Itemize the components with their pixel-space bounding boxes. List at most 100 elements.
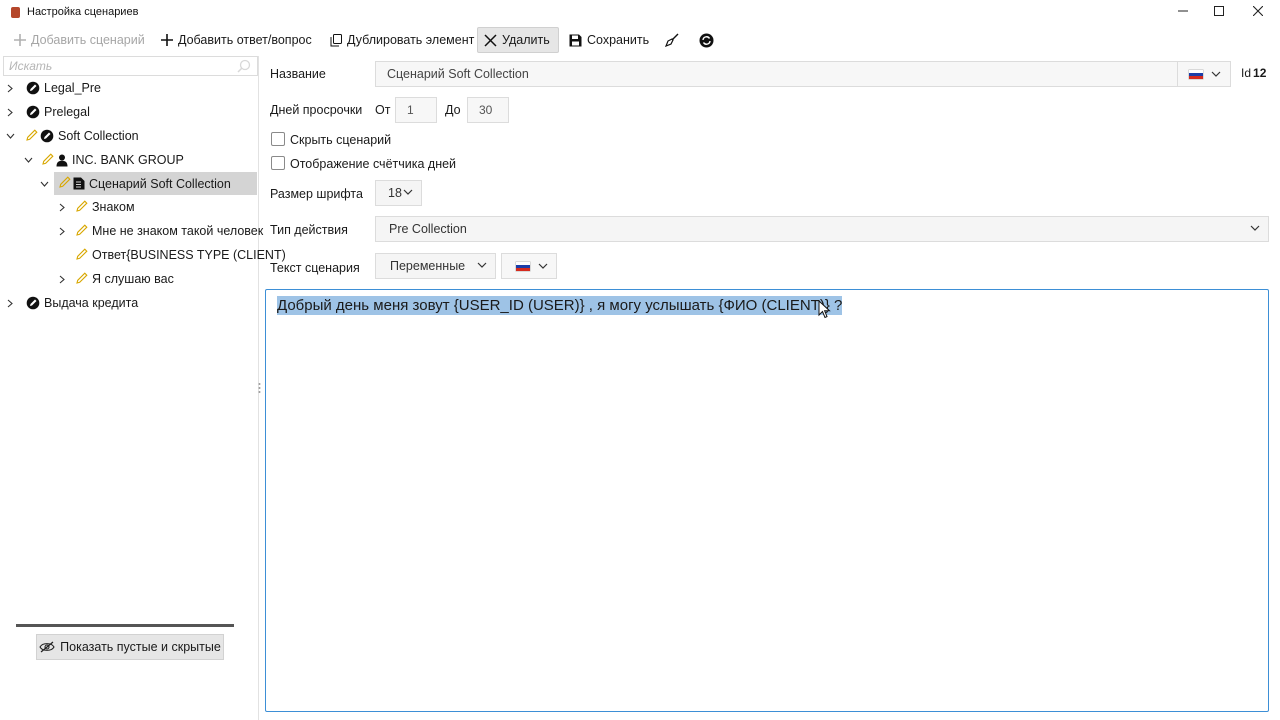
save-button[interactable]: Сохранить	[563, 27, 655, 53]
chevron-right-icon[interactable]	[4, 77, 16, 99]
duplicate-label: Дублировать элемент	[347, 33, 475, 47]
show-empty-hidden-button[interactable]: Показать пустые и скрытые	[36, 634, 224, 660]
from-label: От	[375, 103, 391, 117]
search-input[interactable]	[9, 57, 234, 75]
action-type-label: Тип действия	[270, 223, 348, 237]
variables-value: Переменные	[390, 259, 466, 273]
refresh-icon	[699, 33, 714, 47]
id-value: 12	[1253, 66, 1267, 80]
name-label: Название	[270, 67, 326, 81]
tree-caret-scenario[interactable]	[38, 173, 50, 195]
day-counter-label: Отображение счётчика дней	[290, 157, 457, 171]
action-type-select[interactable]: Pre Collection	[375, 216, 1269, 242]
russian-flag-icon	[516, 261, 530, 271]
toolbar: Добавить сценарий Добавить ответ/вопрос …	[0, 26, 1280, 54]
chevron-down-icon	[1211, 71, 1221, 77]
splitter-handle[interactable]	[258, 382, 261, 394]
chevron-down-icon[interactable]	[38, 173, 50, 195]
pencil-icon	[76, 199, 88, 215]
from-input[interactable]: 1	[395, 97, 437, 123]
maximize-icon	[1214, 6, 1224, 16]
pencil-icon	[76, 223, 88, 239]
mouse-cursor-icon	[818, 300, 831, 319]
add-scenario-label: Добавить сценарий	[31, 33, 145, 47]
font-size-value: 18	[388, 186, 402, 200]
close-button[interactable]	[1238, 0, 1278, 22]
window-title: Настройка сценариев	[27, 6, 139, 18]
script-language-select[interactable]	[501, 253, 557, 279]
font-size-label: Размер шрифта	[270, 187, 363, 201]
script-text-editor[interactable]: Добрый день меня зовут {USER_ID (USER)} …	[265, 289, 1269, 712]
user-icon	[56, 154, 68, 167]
chevron-down-icon[interactable]	[4, 125, 16, 147]
save-icon	[569, 34, 582, 46]
edit-circle-icon	[26, 296, 40, 310]
script-text-selection: Добрый день меня зовут {USER_ID (USER)} …	[277, 296, 843, 315]
chevron-right-icon[interactable]	[4, 292, 16, 314]
chevron-right-icon[interactable]	[4, 101, 16, 123]
document-icon	[73, 177, 85, 190]
tree-item-label: INC. BANK GROUP	[72, 153, 184, 167]
chevron-down-icon[interactable]	[22, 149, 34, 171]
chevron-right-icon[interactable]	[56, 196, 68, 218]
tree-item-label: Мне не знаком такой человек	[92, 224, 264, 238]
pencil-icon	[59, 176, 71, 191]
duplicate-button[interactable]: Дублировать элемент	[324, 27, 480, 53]
hide-scenario-checkbox[interactable]	[271, 132, 285, 146]
chevron-right-icon[interactable]	[56, 268, 68, 290]
tree-item-prelegal[interactable]: Prelegal	[4, 101, 90, 123]
overdue-label: Дней просрочки	[270, 103, 363, 117]
edit-circle-icon	[26, 81, 40, 95]
add-answer-label: Добавить ответ/вопрос	[178, 33, 312, 47]
hide-scenario-label: Скрыть сценарий	[290, 133, 392, 147]
edit-circle-icon	[26, 105, 40, 119]
day-counter-checkbox[interactable]	[271, 156, 285, 170]
pencil-icon	[76, 271, 88, 287]
delete-button[interactable]: Удалить	[477, 27, 559, 53]
tree-item-listening[interactable]: Я слушаю вас	[56, 268, 174, 290]
search-icon	[237, 59, 251, 76]
variables-select[interactable]: Переменные	[375, 253, 496, 279]
pencil-icon	[42, 152, 54, 168]
add-answer-button[interactable]: Добавить ответ/вопрос	[155, 27, 318, 53]
title-bar: Настройка сценариев	[0, 0, 1280, 24]
tree-item-label: Legal_Pre	[44, 81, 101, 95]
sidebar-scrollbar[interactable]	[16, 624, 234, 627]
plus-icon	[14, 34, 26, 46]
search-box	[3, 56, 258, 76]
name-value: Сценарий Soft Collection	[387, 67, 529, 81]
chevron-right-icon[interactable]	[56, 220, 68, 242]
font-size-select[interactable]: 18	[375, 180, 422, 206]
close-icon	[1253, 6, 1263, 16]
to-value: 30	[479, 103, 493, 117]
chevron-down-icon	[1250, 225, 1260, 231]
add-scenario-button[interactable]: Добавить сценарий	[8, 27, 151, 53]
tree-item-credit-issue[interactable]: Выдача кредита	[4, 292, 138, 314]
eye-off-icon	[39, 641, 55, 653]
app-icon	[11, 6, 20, 18]
chevron-down-icon	[403, 189, 413, 195]
tree-item-label: Знаком	[92, 200, 135, 214]
russian-flag-icon	[1189, 69, 1203, 79]
close-icon	[484, 33, 497, 47]
tree-item-znakom[interactable]: Знаком	[56, 196, 135, 218]
show-empty-label: Показать пустые и скрытые	[60, 640, 221, 654]
clear-button[interactable]	[659, 27, 685, 53]
tree-item-answer-business-type[interactable]: Ответ{BUSINESS TYPE (CLIENT)	[68, 244, 286, 266]
chevron-down-icon	[538, 263, 548, 269]
copy-icon	[330, 33, 342, 46]
tree-item-not-known[interactable]: Мне не знаком такой человек	[56, 220, 263, 242]
minimize-button[interactable]	[1163, 0, 1203, 22]
script-text-label: Текст сценария	[270, 261, 360, 275]
name-field[interactable]: Сценарий Soft Collection	[375, 61, 1178, 87]
name-language-select[interactable]	[1177, 61, 1231, 87]
tree-item-soft-collection[interactable]: Soft Collection	[4, 125, 139, 147]
refresh-button[interactable]	[693, 27, 720, 53]
tree-item-label: Я слушаю вас	[92, 272, 174, 286]
tree-item-inc-bank-group[interactable]: INC. BANK GROUP	[22, 149, 184, 171]
minimize-icon	[1178, 10, 1188, 12]
maximize-button[interactable]	[1199, 0, 1239, 22]
tree-item-legal-pre[interactable]: Legal_Pre	[4, 77, 101, 99]
tree-item-scenario-soft-collection[interactable]: Сценарий Soft Collection	[54, 172, 257, 195]
to-input[interactable]: 30	[467, 97, 509, 123]
